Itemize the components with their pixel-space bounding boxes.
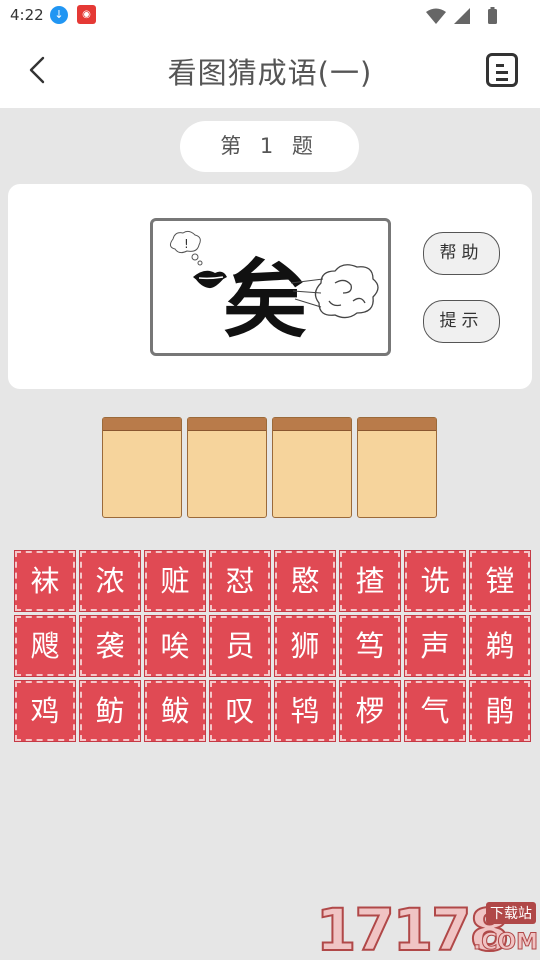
char-tile[interactable]: 狮 (274, 615, 336, 677)
download-app-icon: ↓ (50, 6, 68, 24)
answer-slot-3[interactable] (272, 417, 352, 518)
char-tile[interactable]: 鸡 (14, 680, 76, 742)
svg-text:!: ! (184, 237, 189, 251)
char-tile[interactable]: 叹 (209, 680, 271, 742)
status-indicators (426, 7, 497, 24)
char-tile[interactable]: 鲂 (79, 680, 141, 742)
slot-cap (103, 418, 181, 431)
note-list-icon (496, 64, 504, 67)
puzzle-illustration: ! 矣 (169, 230, 379, 349)
status-time: 4:22 (10, 6, 44, 24)
answer-slot-4[interactable] (357, 417, 437, 518)
answer-slot-1[interactable] (102, 417, 182, 518)
red-app-icon: ◉ (77, 5, 96, 24)
char-tile[interactable]: 袜 (14, 550, 76, 612)
char-tile[interactable]: 揸 (339, 550, 401, 612)
watermark-domain: .COM (472, 930, 538, 956)
char-tile[interactable]: 浓 (79, 550, 141, 612)
cloud-icon (314, 264, 379, 319)
char-tile[interactable]: 鲅 (144, 680, 206, 742)
signal-icon (454, 8, 470, 24)
battery-icon (488, 9, 497, 24)
char-tile[interactable]: 鹃 (469, 680, 531, 742)
answer-slot-2[interactable] (187, 417, 267, 518)
char-tile[interactable]: 诜 (404, 550, 466, 612)
status-bar: 4:22 ↓ ◉ (0, 0, 540, 32)
puzzle-character: 矣 (223, 251, 307, 349)
question-number: 第 1 题 (180, 121, 359, 172)
char-tile[interactable]: 笃 (339, 615, 401, 677)
wifi-icon (426, 8, 446, 24)
char-tile[interactable]: 唉 (144, 615, 206, 677)
note-list-line (496, 71, 508, 74)
puzzle-image: ! 矣 (150, 218, 391, 356)
char-tile[interactable]: 鸨 (274, 680, 336, 742)
char-tile[interactable]: 鹈 (469, 615, 531, 677)
char-tile[interactable]: 飕 (14, 615, 76, 677)
hint-button[interactable]: 提示 (423, 300, 500, 343)
char-tile[interactable]: 怼 (209, 550, 271, 612)
char-tile[interactable]: 愍 (274, 550, 336, 612)
char-tile[interactable]: 镗 (469, 550, 531, 612)
char-tile[interactable]: 袭 (79, 615, 141, 677)
char-tile[interactable]: 员 (209, 615, 271, 677)
page-title: 看图猜成语(一) (167, 56, 373, 90)
thought-bubble-icon: ! (169, 230, 203, 266)
puzzle-card: ! 矣 帮助 提示 (8, 184, 532, 389)
watermark-tag: 下载站 (486, 902, 536, 924)
note-list-button[interactable] (486, 53, 518, 87)
char-tile[interactable]: 声 (404, 615, 466, 677)
slot-cap (358, 418, 436, 431)
help-button[interactable]: 帮助 (423, 232, 500, 275)
slot-cap (273, 418, 351, 431)
char-tile[interactable]: 赃 (144, 550, 206, 612)
watermark-logo: 17178 下载站 .COM (315, 899, 540, 960)
lips-icon (193, 270, 227, 289)
char-tile[interactable]: 椤 (339, 680, 401, 742)
slot-cap (188, 418, 266, 431)
app-bar: 看图猜成语(一) (0, 32, 540, 108)
note-list-line (496, 78, 508, 81)
char-tile[interactable]: 气 (404, 680, 466, 742)
